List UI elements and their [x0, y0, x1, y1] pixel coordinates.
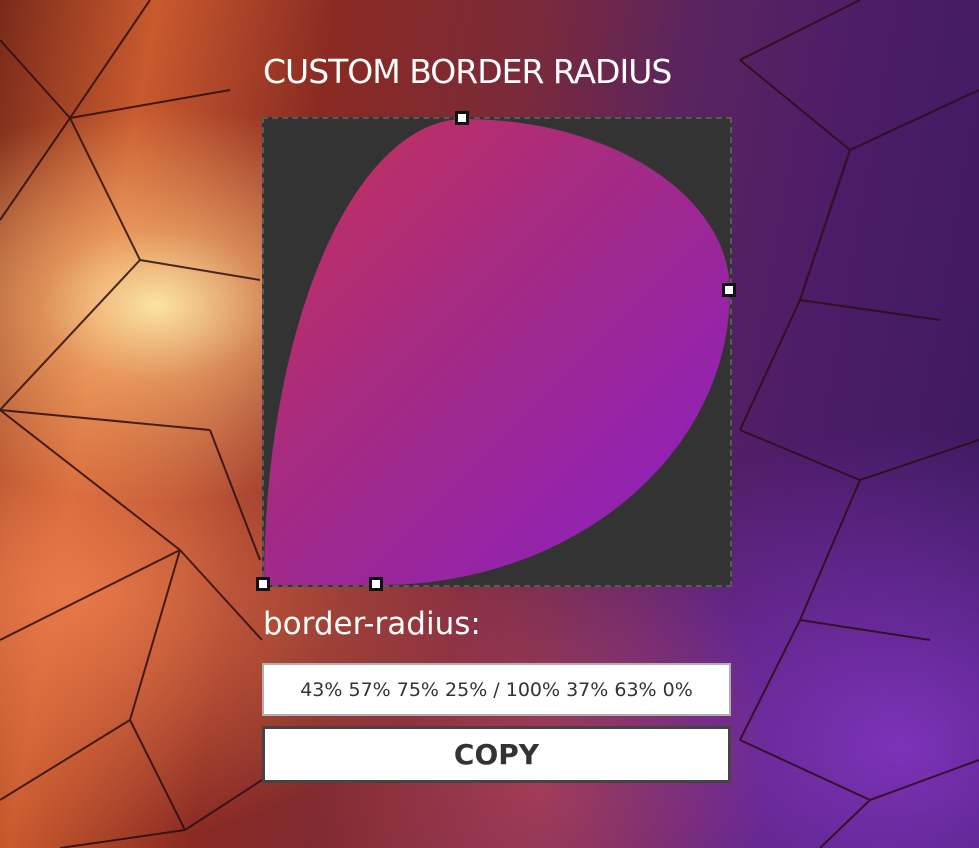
border-radius-value-field[interactable]: [262, 663, 731, 716]
preview-shape: [264, 119, 730, 585]
copy-button[interactable]: COPY: [262, 726, 731, 783]
top-handle[interactable]: [455, 111, 469, 125]
bottom-handle[interactable]: [369, 577, 383, 591]
left-handle[interactable]: [256, 577, 270, 591]
right-handle[interactable]: [722, 283, 736, 297]
border-radius-label: border-radius:: [263, 606, 481, 642]
border-radius-editor: [256, 111, 736, 591]
page-title: CUSTOM BORDER RADIUS: [263, 52, 672, 91]
